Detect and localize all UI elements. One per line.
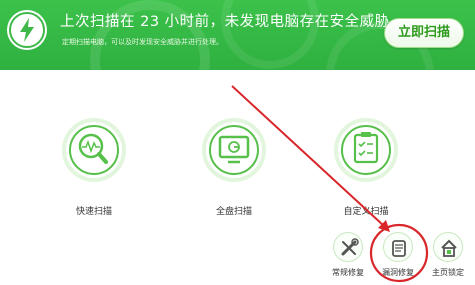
full-scan-ring bbox=[202, 118, 266, 182]
vulnerability-repair-label: 漏洞修复 bbox=[382, 268, 414, 277]
custom-scan-label: 自定义扫描 bbox=[343, 207, 389, 217]
custom-scan-button[interactable]: 自定义扫描 bbox=[334, 118, 398, 218]
quick-scan-label: 快速扫描 bbox=[75, 207, 112, 217]
lightning-shield-icon bbox=[7, 10, 47, 50]
full-scan-button[interactable]: 全盘扫描 bbox=[202, 118, 266, 218]
routine-repair-button[interactable]: 常规修复 bbox=[328, 232, 368, 282]
magnifier-pulse-icon bbox=[78, 133, 108, 164]
scan-now-button[interactable]: 立即扫描 bbox=[384, 18, 464, 48]
home-lock-icon bbox=[441, 239, 457, 257]
quick-scan-button[interactable]: 快速扫描 bbox=[62, 118, 126, 218]
full-scan-label: 全盘扫描 bbox=[215, 207, 252, 217]
checklist-clipboard-icon bbox=[353, 132, 379, 164]
homepage-lock-button[interactable]: 主页锁定 bbox=[428, 232, 468, 282]
scan-status-title: 上次扫描在 23 小时前，未发现电脑存在安全威胁 bbox=[60, 14, 390, 30]
routine-repair-label: 常规修复 bbox=[332, 268, 364, 277]
scan-status-subtitle: 定期扫描电脑，可以及时发现安全威胁并进行处理。 bbox=[62, 38, 223, 46]
status-header: 上次扫描在 23 小时前，未发现电脑存在安全威胁 定期扫描电脑，可以及时发现安全… bbox=[0, 0, 475, 70]
monitor-icon bbox=[218, 135, 250, 164]
custom-scan-ring bbox=[334, 118, 398, 182]
quick-scan-ring bbox=[62, 118, 126, 182]
vulnerability-repair-button[interactable]: 漏洞修复 bbox=[378, 232, 418, 282]
homepage-lock-label: 主页锁定 bbox=[432, 268, 464, 277]
patch-bug-icon bbox=[392, 240, 406, 257]
annotation-arrowhead bbox=[378, 220, 390, 232]
wrench-screwdriver-icon bbox=[341, 238, 359, 256]
